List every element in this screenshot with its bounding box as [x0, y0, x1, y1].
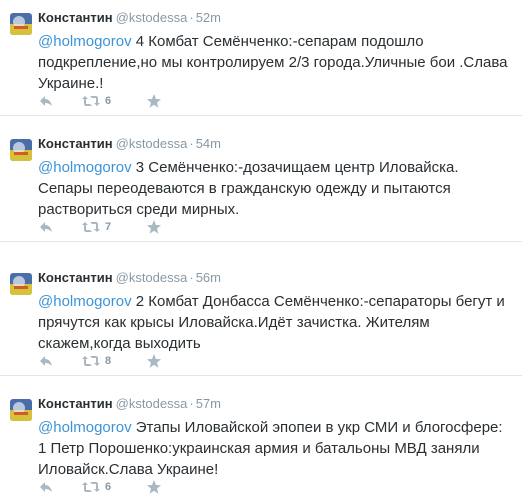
tweet-item: Константин @kstodessa · 56m @holmogorov 2 К…: [0, 260, 522, 376]
reply-icon[interactable]: [38, 93, 54, 109]
avatar[interactable]: [10, 139, 32, 161]
author-name[interactable]: Константин: [38, 270, 113, 285]
tweet-header: Константин @kstodessa · 57m: [38, 396, 221, 411]
timestamp[interactable]: 57m: [196, 396, 221, 411]
star-icon[interactable]: [146, 353, 162, 369]
reply-icon[interactable]: [38, 353, 54, 369]
mention-link[interactable]: @holmogorov: [38, 159, 132, 176]
tweet-text: @holmogorov 4 Комбат Семёнченко:-сепарам…: [38, 31, 510, 94]
retweet-icon[interactable]: [81, 353, 101, 369]
author-name[interactable]: Константин: [38, 396, 113, 411]
avatar[interactable]: [10, 273, 32, 295]
separator: ·: [189, 136, 194, 151]
tweet-actions: 6: [38, 93, 238, 109]
author-username[interactable]: @kstodessa: [116, 396, 188, 411]
timestamp[interactable]: 54m: [196, 136, 221, 151]
tweet-header: Константин @kstodessa · 52m: [38, 10, 221, 25]
mention-link[interactable]: @holmogorov: [38, 33, 132, 50]
author-name[interactable]: Константин: [38, 10, 113, 25]
author-name[interactable]: Константин: [38, 136, 113, 151]
timestamp[interactable]: 52m: [196, 10, 221, 25]
star-icon[interactable]: [146, 479, 162, 495]
timestamp[interactable]: 56m: [196, 270, 221, 285]
tweet-item: Константин @kstodessa · 52m @holmogorov 4 К…: [0, 0, 522, 116]
tweet-header: Константин @kstodessa · 56m: [38, 270, 221, 285]
tweet-text: @holmogorov 3 Семёнченко:-дозачищаем цен…: [38, 157, 510, 220]
tweet-item: Константин @kstodessa · 57m @holmogorov Эта…: [0, 386, 522, 502]
author-username[interactable]: @kstodessa: [116, 136, 188, 151]
retweet-icon[interactable]: [81, 479, 101, 495]
retweet-count: 6: [105, 481, 112, 493]
tweet-feed: Константин @kstodessa · 52m @holmogorov 4 К…: [0, 0, 522, 504]
tweet-actions: 8: [38, 353, 238, 369]
author-username[interactable]: @kstodessa: [116, 10, 188, 25]
mention-link[interactable]: @holmogorov: [38, 419, 132, 436]
mention-link[interactable]: @holmogorov: [38, 293, 132, 310]
author-username[interactable]: @kstodessa: [116, 270, 188, 285]
separator: ·: [189, 10, 194, 25]
tweet-text: @holmogorov Этапы Иловайской эпопеи в ук…: [38, 417, 510, 480]
reply-icon[interactable]: [38, 219, 54, 235]
retweet-count: 6: [105, 95, 112, 107]
tweet-actions: 7: [38, 219, 238, 235]
avatar[interactable]: [10, 13, 32, 35]
retweet-count: 7: [105, 221, 112, 233]
separator: ·: [189, 396, 194, 411]
retweet-count: 8: [105, 355, 112, 367]
tweet-header: Константин @kstodessa · 54m: [38, 136, 221, 151]
separator: ·: [189, 270, 194, 285]
star-icon[interactable]: [146, 219, 162, 235]
tweet-text: @holmogorov 2 Комбат Донбасса Семёнченко…: [38, 291, 510, 354]
star-icon[interactable]: [146, 93, 162, 109]
tweet-actions: 6: [38, 479, 238, 495]
tweet-item: Константин @kstodessa · 54m @holmogorov 3 С…: [0, 126, 522, 242]
retweet-icon[interactable]: [81, 219, 101, 235]
reply-icon[interactable]: [38, 479, 54, 495]
avatar[interactable]: [10, 399, 32, 421]
retweet-icon[interactable]: [81, 93, 101, 109]
